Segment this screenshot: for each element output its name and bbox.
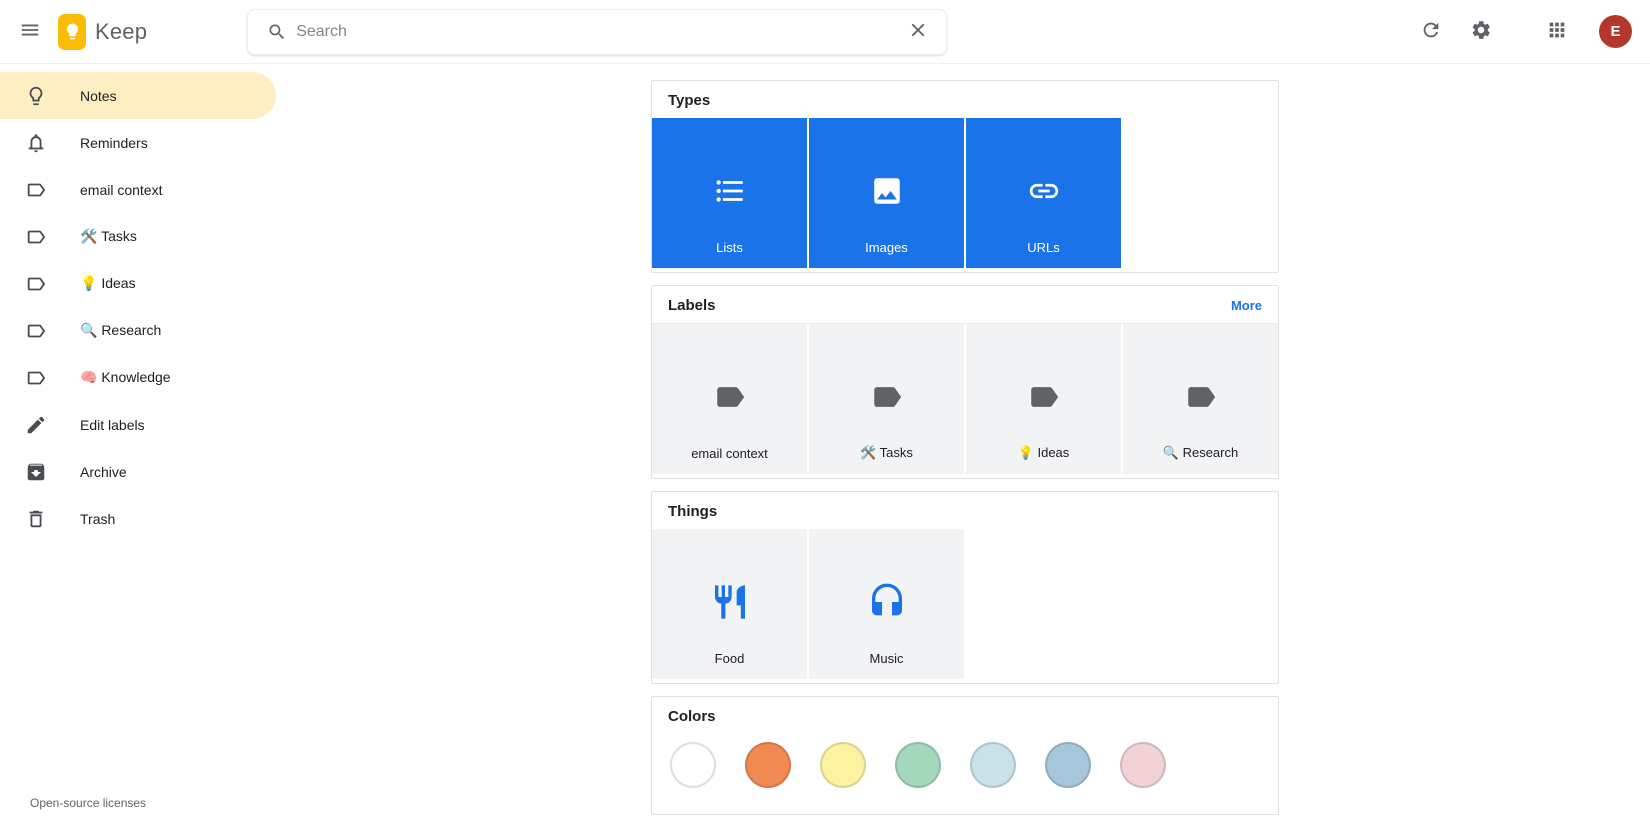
- refresh-button[interactable]: [1409, 10, 1453, 54]
- sidebar-item-edit-labels[interactable]: Edit labels: [0, 401, 276, 448]
- sidebar-item-label: 🔍 Research: [80, 322, 162, 338]
- sidebar-item-label: email context: [80, 181, 163, 198]
- tile-label: Music: [869, 651, 904, 666]
- sidebar: Notes Reminders email context 🛠️ Tasks 💡…: [0, 64, 280, 824]
- types-tiles: Lists Images URLs: [652, 118, 1278, 272]
- color-swatch-light-blue[interactable]: [970, 742, 1016, 788]
- tile-label: 🛠️ Tasks: [860, 445, 913, 460]
- things-section: Things Food Music: [651, 491, 1279, 684]
- tile-label: Lists: [716, 240, 743, 255]
- link-icon: [1027, 174, 1061, 213]
- types-section: Types Lists Images URLs: [651, 80, 1279, 273]
- label-icon: [24, 178, 48, 202]
- restaurant-icon: [710, 582, 750, 627]
- account-avatar[interactable]: E: [1599, 15, 1632, 48]
- bell-icon: [24, 131, 48, 155]
- sidebar-item-reminders[interactable]: Reminders: [0, 119, 276, 166]
- label-tile-email-context[interactable]: email context: [652, 324, 807, 474]
- sidebar-item-label: Trash: [80, 510, 116, 527]
- sidebar-item-label: 💡 Ideas: [80, 275, 136, 291]
- headset-icon: [867, 582, 907, 627]
- clear-search-button[interactable]: [896, 10, 940, 54]
- archive-icon: [24, 460, 48, 484]
- apps-grid-icon: [1546, 19, 1568, 44]
- tile-label: Images: [865, 240, 908, 255]
- open-source-licenses-link[interactable]: Open-source licenses: [30, 796, 146, 810]
- label-icon: [24, 366, 48, 390]
- sidebar-item-notes[interactable]: Notes: [0, 72, 276, 119]
- label-icon: [24, 319, 48, 343]
- label-icon: [24, 225, 48, 249]
- label-tag-icon: [870, 380, 904, 419]
- hamburger-icon: [19, 19, 41, 44]
- colors-section: Colors: [651, 696, 1279, 815]
- label-tile-ideas[interactable]: 💡 Ideas: [966, 324, 1121, 474]
- label-icon: [24, 272, 48, 296]
- top-bar: Keep E: [0, 0, 1650, 64]
- label-tile-tasks[interactable]: 🛠️ Tasks: [809, 324, 964, 474]
- section-title-colors: Colors: [668, 708, 716, 725]
- close-icon: [907, 19, 929, 44]
- labels-tiles: email context 🛠️ Tasks 💡 Ideas 🔍 Researc…: [652, 324, 1278, 478]
- color-swatch-yellow[interactable]: [820, 742, 866, 788]
- tile-label: email context: [691, 446, 768, 461]
- sidebar-item-tasks[interactable]: 🛠️ Tasks: [0, 213, 276, 260]
- list-icon: [713, 174, 747, 213]
- image-icon: [870, 174, 904, 213]
- search-icon: [258, 13, 296, 51]
- label-tile-research[interactable]: 🔍 Research: [1123, 324, 1278, 474]
- keep-logo-icon: [58, 13, 86, 50]
- things-tiles: Food Music: [652, 529, 1278, 683]
- trash-icon: [24, 507, 48, 531]
- gear-icon: [1470, 19, 1492, 44]
- labels-more-button[interactable]: More: [1231, 298, 1262, 313]
- color-swatch-orange[interactable]: [745, 742, 791, 788]
- label-tag-icon: [1184, 380, 1218, 419]
- color-swatch-steel-blue[interactable]: [1045, 742, 1091, 788]
- type-tile-images[interactable]: Images: [809, 118, 964, 268]
- tile-label: Food: [714, 651, 745, 666]
- type-tile-lists[interactable]: Lists: [652, 118, 807, 268]
- color-swatch-white[interactable]: [670, 742, 716, 788]
- sidebar-item-knowledge[interactable]: 🧠 Knowledge: [0, 354, 276, 401]
- sidebar-item-archive[interactable]: Archive: [0, 448, 276, 495]
- sidebar-item-label: Archive: [80, 463, 127, 480]
- color-swatch-pink[interactable]: [1120, 742, 1166, 788]
- search-bar[interactable]: [247, 8, 948, 55]
- sidebar-item-label: Reminders: [80, 134, 148, 151]
- refresh-icon: [1420, 19, 1442, 44]
- color-swatch-green[interactable]: [895, 742, 941, 788]
- tile-label: 💡 Ideas: [1017, 445, 1070, 460]
- sidebar-item-research[interactable]: 🔍 Research: [0, 307, 276, 354]
- sidebar-item-ideas[interactable]: 💡 Ideas: [0, 260, 276, 307]
- header-actions: E: [1409, 10, 1640, 54]
- pencil-icon: [24, 413, 48, 437]
- main-menu-button[interactable]: [8, 10, 52, 54]
- section-title-labels: Labels: [668, 297, 716, 314]
- label-tag-icon: [1027, 380, 1061, 419]
- color-swatches: [652, 734, 1278, 814]
- lightbulb-icon: [24, 84, 48, 108]
- thing-tile-food[interactable]: Food: [652, 529, 807, 679]
- google-apps-button[interactable]: [1535, 10, 1579, 54]
- app-title: Keep: [95, 18, 148, 44]
- settings-button[interactable]: [1459, 10, 1503, 54]
- section-title-types: Types: [668, 92, 711, 109]
- sidebar-item-label: 🛠️ Tasks: [80, 228, 137, 244]
- search-input[interactable]: [296, 22, 897, 41]
- section-title-things: Things: [668, 503, 718, 520]
- tile-label: URLs: [1027, 240, 1060, 255]
- labels-section: Labels More email context 🛠️ Tasks 💡 Ide…: [651, 285, 1279, 479]
- app-logo[interactable]: Keep: [58, 13, 148, 50]
- sidebar-item-email-context[interactable]: email context: [0, 166, 276, 213]
- sidebar-item-trash[interactable]: Trash: [0, 495, 276, 542]
- label-tag-icon: [713, 380, 747, 419]
- sidebar-item-label: 🧠 Knowledge: [80, 369, 171, 385]
- sidebar-item-label: Edit labels: [80, 416, 145, 433]
- tile-label: 🔍 Research: [1162, 445, 1239, 460]
- search-categories-panel: Types Lists Images URLs Labels More emai…: [280, 64, 1650, 824]
- type-tile-urls[interactable]: URLs: [966, 118, 1121, 268]
- sidebar-item-label: Notes: [80, 87, 117, 104]
- thing-tile-music[interactable]: Music: [809, 529, 964, 679]
